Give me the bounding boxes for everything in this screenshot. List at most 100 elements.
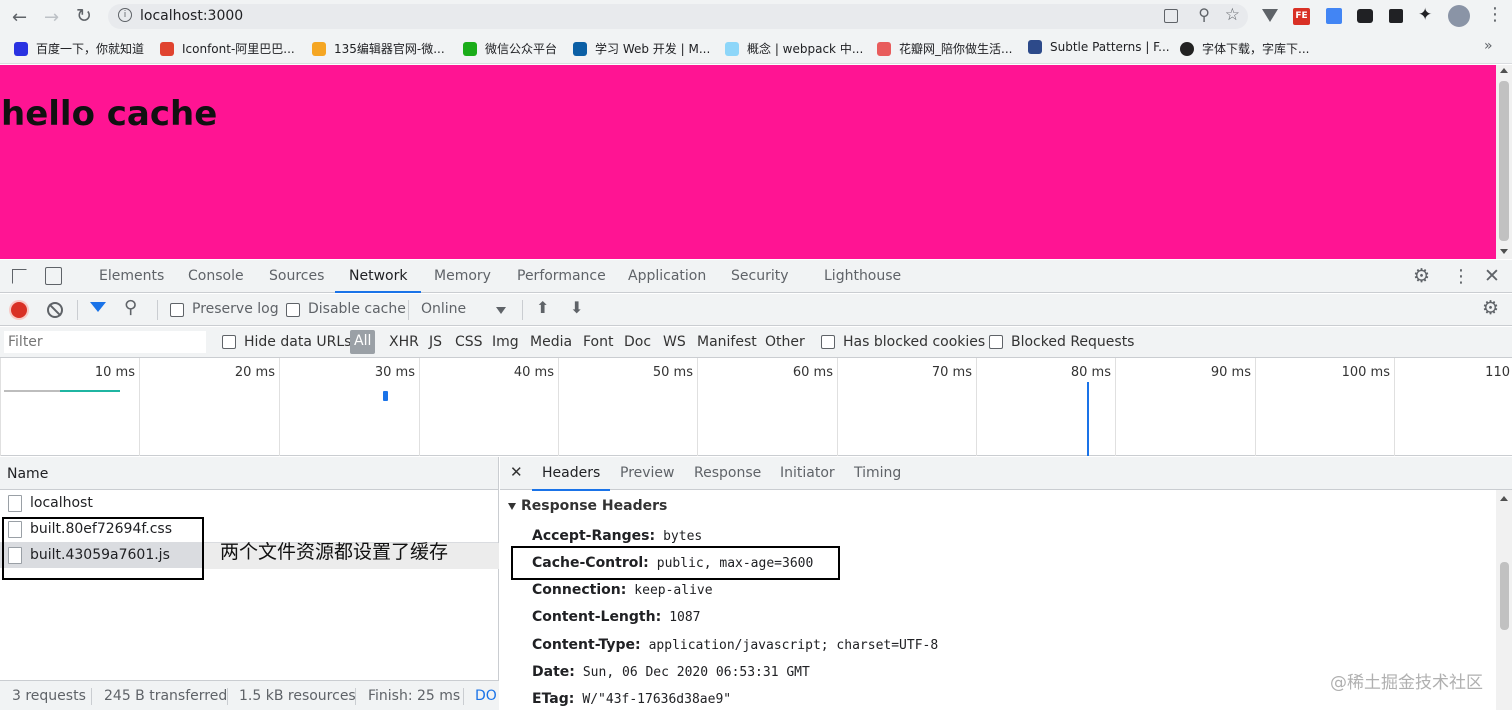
bookmark-item[interactable]: 135编辑器官网-微... bbox=[312, 40, 445, 57]
throttle-select[interactable]: Online bbox=[421, 301, 466, 317]
filter-type-xhr[interactable]: XHR bbox=[389, 334, 419, 350]
details-scrollbar-thumb[interactable] bbox=[1500, 562, 1509, 630]
record-icon[interactable] bbox=[11, 302, 27, 318]
network-settings-gear-icon[interactable]: ⚙ bbox=[1482, 297, 1499, 319]
disable-cache-checkbox[interactable] bbox=[286, 303, 300, 317]
filter-input[interactable] bbox=[4, 331, 206, 353]
back-icon[interactable]: ← bbox=[12, 7, 27, 28]
import-har-icon[interactable]: ⬆ bbox=[536, 298, 549, 317]
bookmark-item[interactable]: Subtle Patterns | F... bbox=[1028, 40, 1170, 54]
tab-memory[interactable]: Memory bbox=[434, 268, 491, 284]
header-row: Accept-Ranges: bytes bbox=[532, 528, 702, 544]
filter-type-css[interactable]: CSS bbox=[455, 334, 483, 350]
header-name: Connection: bbox=[532, 582, 627, 598]
device-toolbar-icon[interactable] bbox=[45, 267, 62, 285]
timeline-tick: 10 ms bbox=[0, 358, 139, 456]
network-overview[interactable]: 10 ms 20 ms 30 ms 40 ms 50 ms 60 ms 70 m… bbox=[0, 358, 1512, 456]
bookmark-favicon-icon bbox=[1028, 40, 1042, 54]
tab-preview[interactable]: Preview bbox=[620, 465, 675, 481]
tab-performance[interactable]: Performance bbox=[517, 268, 606, 284]
response-headers-title[interactable]: Response Headers bbox=[521, 498, 667, 514]
bookmark-item[interactable]: 微信公众平台 bbox=[463, 40, 557, 57]
filter-type-manifest[interactable]: Manifest bbox=[697, 334, 757, 350]
extension-dark-icon[interactable] bbox=[1389, 9, 1403, 23]
page-scrollbar-thumb[interactable] bbox=[1499, 81, 1509, 241]
bookmark-favicon-icon bbox=[312, 41, 326, 56]
bookmark-star-icon[interactable]: ☆ bbox=[1225, 5, 1240, 25]
filter-type-img[interactable]: Img bbox=[492, 334, 519, 350]
close-devtools-icon[interactable]: ✕ bbox=[1484, 265, 1500, 287]
hide-data-urls-label[interactable]: Hide data URLs bbox=[244, 334, 351, 350]
filter-funnel-icon[interactable] bbox=[90, 302, 106, 312]
tab-sources[interactable]: Sources bbox=[269, 268, 324, 284]
extensions-puzzle-icon[interactable]: ✦ bbox=[1418, 5, 1432, 25]
forward-icon[interactable]: → bbox=[44, 7, 59, 28]
tab-network[interactable]: Network bbox=[334, 268, 423, 293]
preserve-log-checkbox[interactable] bbox=[170, 303, 184, 317]
filter-type-other[interactable]: Other bbox=[765, 334, 805, 350]
has-blocked-cookies-checkbox[interactable] bbox=[821, 335, 835, 349]
request-list: Name localhost built.80ef72694f.css buil… bbox=[0, 457, 499, 710]
extension-fe-icon[interactable]: FE bbox=[1293, 8, 1310, 25]
filter-type-font[interactable]: Font bbox=[583, 334, 613, 350]
preserve-log-label[interactable]: Preserve log bbox=[192, 301, 279, 317]
close-details-icon[interactable]: ✕ bbox=[510, 463, 523, 481]
bookmark-item[interactable]: 百度一下，你就知道 bbox=[14, 40, 144, 57]
reload-icon[interactable]: ↻ bbox=[76, 5, 92, 27]
info-icon[interactable]: i bbox=[118, 8, 132, 22]
scroll-up-icon[interactable] bbox=[1500, 68, 1508, 73]
blocked-requests-checkbox[interactable] bbox=[989, 335, 1003, 349]
url-text[interactable]: localhost:3000 bbox=[140, 8, 243, 24]
details-scrollbar[interactable] bbox=[1496, 490, 1512, 710]
inspect-element-icon[interactable] bbox=[12, 269, 27, 284]
scroll-down-icon[interactable] bbox=[1500, 249, 1508, 254]
chevron-down-icon[interactable] bbox=[496, 307, 506, 314]
request-row[interactable]: localhost bbox=[0, 490, 498, 516]
bookmark-item[interactable]: 概念 | webpack 中... bbox=[725, 40, 863, 57]
page-scrollbar[interactable] bbox=[1496, 65, 1512, 259]
header-value: application/javascript; charset=UTF-8 bbox=[648, 638, 939, 653]
profile-avatar[interactable] bbox=[1448, 5, 1470, 27]
bookmark-item[interactable]: 学习 Web 开发 | M... bbox=[573, 40, 710, 57]
devtools-menu-icon[interactable]: ⋮ bbox=[1452, 266, 1470, 287]
tab-application[interactable]: Application bbox=[628, 268, 706, 284]
bookmark-item[interactable]: 字体下载，字库下... bbox=[1180, 40, 1309, 57]
browser-menu-icon[interactable]: ⋮ bbox=[1486, 4, 1504, 25]
tab-initiator[interactable]: Initiator bbox=[780, 465, 835, 481]
name-column-header[interactable]: Name bbox=[0, 457, 498, 490]
bookmark-item[interactable]: 花瓣网_陪你做生活... bbox=[877, 40, 1012, 57]
disable-cache-label[interactable]: Disable cache bbox=[308, 301, 406, 317]
filter-type-doc[interactable]: Doc bbox=[624, 334, 651, 350]
translate-icon[interactable] bbox=[1164, 9, 1178, 23]
timeline-load-line bbox=[1087, 382, 1089, 456]
scroll-up-icon[interactable] bbox=[1500, 496, 1508, 501]
hide-data-urls-checkbox[interactable] bbox=[222, 335, 236, 349]
tab-elements[interactable]: Elements bbox=[99, 268, 164, 284]
tab-timing[interactable]: Timing bbox=[854, 465, 901, 481]
filter-type-js[interactable]: JS bbox=[429, 334, 442, 350]
header-name: Date: bbox=[532, 664, 575, 680]
tab-console[interactable]: Console bbox=[188, 268, 244, 284]
search-icon[interactable]: ⚲ bbox=[124, 297, 137, 318]
section-collapse-icon[interactable] bbox=[508, 503, 516, 510]
has-blocked-cookies-label[interactable]: Has blocked cookies bbox=[843, 334, 985, 350]
address-bar[interactable]: i localhost:3000 ⚲ ☆ bbox=[108, 4, 1248, 29]
zoom-icon[interactable]: ⚲ bbox=[1198, 5, 1210, 24]
header-value: bytes bbox=[663, 529, 703, 544]
extension-game-icon[interactable] bbox=[1357, 9, 1373, 23]
filter-type-ws[interactable]: WS bbox=[663, 334, 686, 350]
blocked-requests-label[interactable]: Blocked Requests bbox=[1011, 334, 1134, 350]
bookmarks-overflow-icon[interactable]: » bbox=[1484, 38, 1493, 54]
extension-vue-icon[interactable] bbox=[1262, 9, 1278, 22]
extension-translate-icon[interactable] bbox=[1326, 8, 1342, 24]
tab-security[interactable]: Security bbox=[731, 268, 789, 284]
bookmark-item[interactable]: Iconfont-阿里巴巴... bbox=[160, 40, 295, 57]
tab-lighthouse[interactable]: Lighthouse bbox=[824, 268, 901, 284]
export-har-icon[interactable]: ⬇ bbox=[570, 298, 583, 317]
filter-type-all[interactable]: All bbox=[350, 330, 376, 354]
clear-icon[interactable] bbox=[47, 302, 63, 318]
tab-response[interactable]: Response bbox=[694, 465, 761, 481]
settings-gear-icon[interactable]: ⚙ bbox=[1413, 265, 1430, 287]
tab-headers[interactable]: Headers bbox=[531, 465, 611, 491]
filter-type-media[interactable]: Media bbox=[530, 334, 572, 350]
